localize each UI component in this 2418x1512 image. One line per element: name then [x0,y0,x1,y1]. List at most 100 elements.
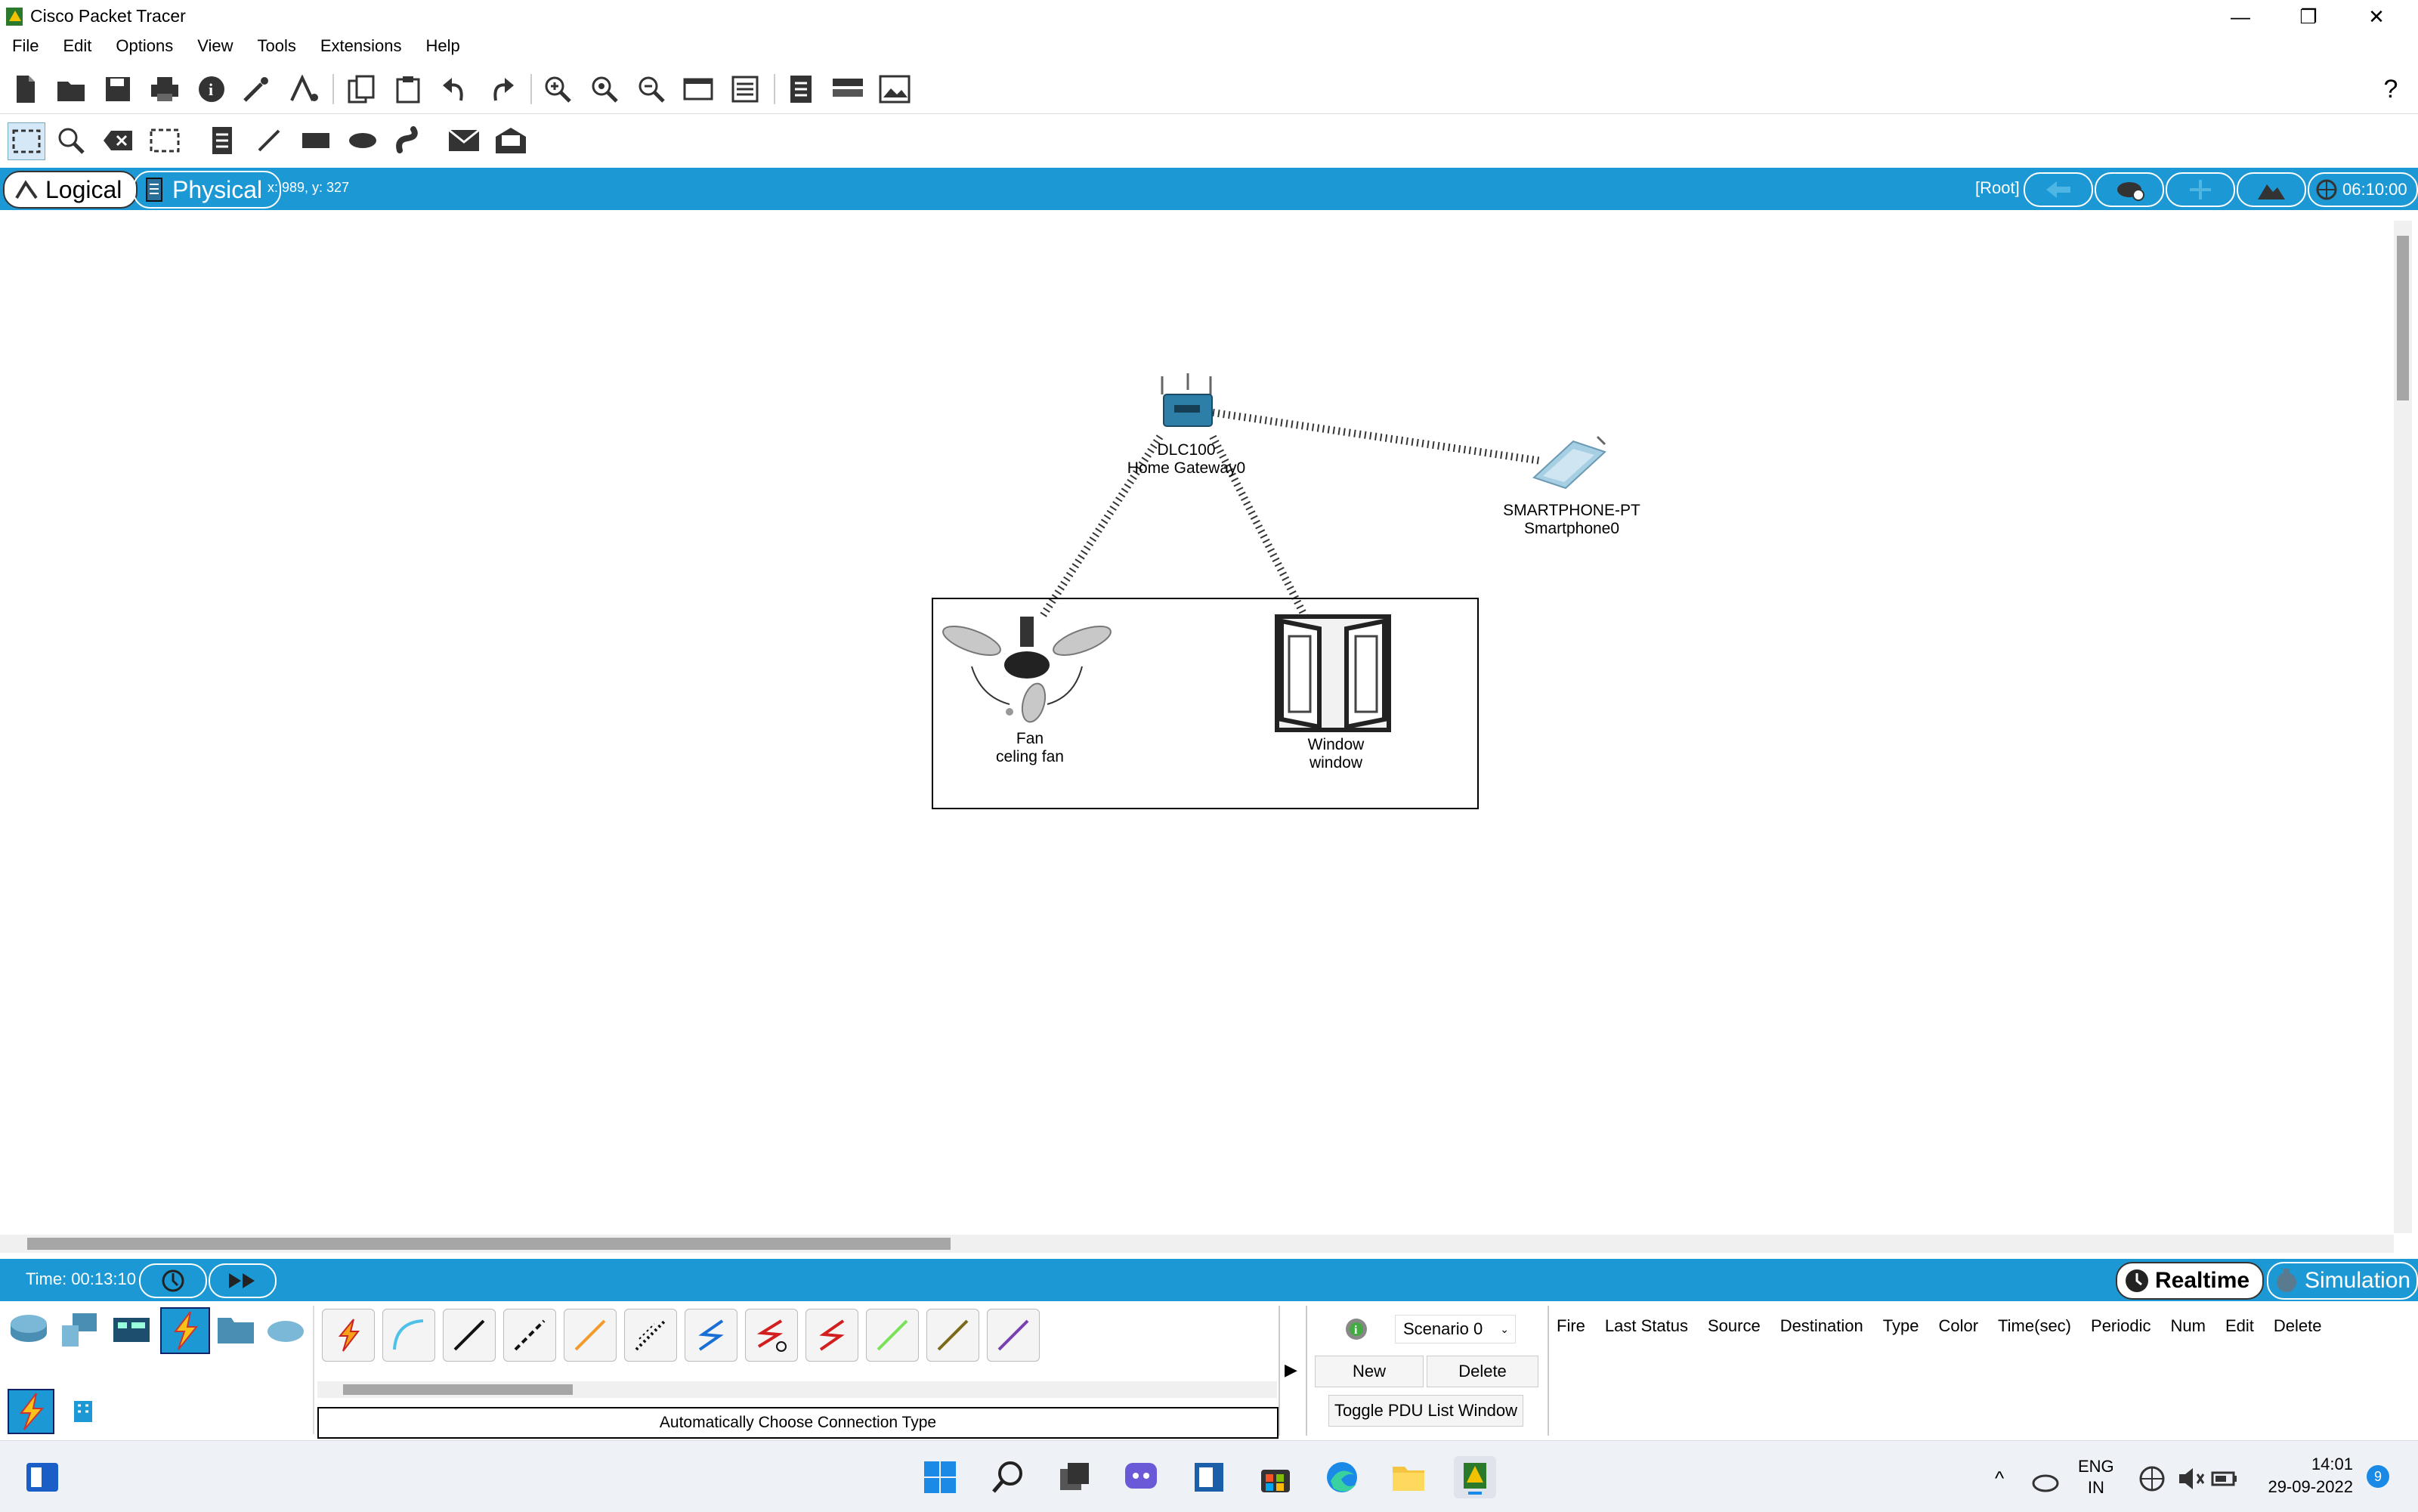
home-gateway-icon[interactable] [1158,372,1218,429]
ceiling-fan-icon[interactable] [942,614,1115,731]
complex-pdu-icon[interactable] [493,122,529,159]
rectangle-icon[interactable] [298,122,334,159]
ellipse-icon[interactable] [345,122,381,159]
logical-workspace[interactable]: DLC100 Home Gateway0 SMARTPHONE-PT Smart… [0,210,2418,1259]
connections-category[interactable] [160,1307,210,1354]
store-icon[interactable] [1254,1456,1297,1498]
connections-scrollbar-thumb[interactable] [343,1384,573,1395]
usb-cable[interactable] [987,1309,1040,1362]
inspect-icon[interactable] [53,122,89,159]
drawing-palette-icon[interactable] [680,71,716,107]
phone-cable[interactable] [624,1309,677,1362]
delete-icon[interactable] [100,122,136,159]
console-cable[interactable] [382,1309,435,1362]
delete-scenario-button[interactable]: Delete [1427,1356,1538,1387]
close-button[interactable]: ✕ [2342,0,2410,33]
window-icon[interactable] [1274,614,1392,734]
widgets-icon[interactable] [21,1456,63,1498]
tab-logical[interactable]: Logical [3,171,138,209]
menu-options[interactable]: Options [104,33,185,60]
menu-extensions[interactable]: Extensions [308,33,414,60]
col-color[interactable]: Color [1938,1316,1978,1336]
save-icon[interactable] [100,71,136,107]
teams-chat-icon[interactable] [1120,1456,1162,1498]
serial-dte-cable[interactable] [805,1309,858,1362]
vertical-scrollbar-thumb[interactable] [2397,236,2409,400]
screenshot-icon[interactable] [877,71,913,107]
fiber-cable[interactable] [564,1309,617,1362]
toggle-pdu-list-button[interactable]: Toggle PDU List Window [1328,1395,1523,1427]
new-scenario-button[interactable]: New [1315,1356,1424,1387]
menu-view[interactable]: View [185,33,245,60]
move-object-button[interactable] [2166,172,2235,207]
fast-forward-button[interactable] [209,1263,277,1298]
iot-custom-cable[interactable] [926,1309,979,1362]
new-cluster-button[interactable] [2095,172,2164,207]
zoom-out-icon[interactable] [633,71,669,107]
device-list-icon[interactable] [830,71,866,107]
select-icon[interactable] [8,122,45,160]
multiuser-category[interactable] [264,1310,307,1348]
coaxial-cable[interactable] [685,1309,737,1362]
info-icon[interactable]: i [193,71,230,107]
menu-tools[interactable]: Tools [246,33,308,60]
maximize-button[interactable]: ❐ [2274,0,2342,33]
minimize-button[interactable]: — [2206,0,2274,33]
network-devices-category[interactable] [8,1310,50,1348]
col-source[interactable]: Source [1708,1316,1761,1336]
zoom-reset-icon[interactable] [586,71,623,107]
set-background-button[interactable] [2237,172,2306,207]
horizontal-scrollbar[interactable] [0,1235,2394,1253]
menu-help[interactable]: Help [413,33,472,60]
back-button[interactable] [2024,172,2093,207]
notes-icon[interactable] [783,71,819,107]
expand-arrow-icon[interactable]: ▶ [1285,1360,1297,1380]
paste-icon[interactable] [390,71,426,107]
resize-icon[interactable] [147,122,183,159]
viewport-clock[interactable]: 06:10:00 [2308,172,2418,207]
connections-subcategory[interactable] [8,1389,54,1434]
scenario-select[interactable]: Scenario 0 ⌄ [1395,1315,1516,1343]
print-icon[interactable] [147,71,183,107]
col-delete[interactable]: Delete [2274,1316,2322,1336]
wizard-icon[interactable] [239,71,275,107]
note-icon[interactable] [204,122,240,159]
serial-dce-cable[interactable] [745,1309,798,1362]
copper-cross-over-cable[interactable] [503,1309,556,1362]
help-icon[interactable]: ? [2373,71,2409,107]
smartphone-icon[interactable] [1526,434,1617,491]
notepad-app-icon[interactable] [1188,1456,1230,1498]
task-view-icon[interactable] [1053,1456,1096,1498]
simulation-mode-button[interactable]: Simulation [2267,1262,2418,1300]
col-num[interactable]: Num [2171,1316,2206,1336]
copper-straight-through-cable[interactable] [443,1309,496,1362]
auto-connection-type[interactable] [322,1309,375,1362]
undo-icon[interactable] [437,71,473,107]
end-devices-category[interactable] [59,1310,101,1348]
open-folder-icon[interactable] [53,71,89,107]
battery-icon[interactable] [2203,1458,2246,1500]
connections-scrollbar[interactable] [317,1381,1277,1398]
power-cycle-button[interactable] [139,1263,207,1298]
components-category[interactable] [110,1310,153,1348]
packet-tracer-app-icon[interactable] [1454,1456,1496,1498]
col-destination[interactable]: Destination [1780,1316,1863,1336]
network-info-icon[interactable] [286,71,322,107]
show-hidden-icons[interactable]: ^ [1995,1467,2004,1490]
col-last-status[interactable]: Last Status [1605,1316,1688,1336]
notification-badge[interactable]: 9 [2367,1465,2389,1488]
scenario-info-icon[interactable]: i [1344,1316,1369,1342]
edge-browser-icon[interactable] [1321,1456,1363,1498]
zoom-in-icon[interactable] [540,71,576,107]
redo-icon[interactable] [484,71,520,107]
freeform-icon[interactable] [391,122,428,159]
copy-icon[interactable] [343,71,379,107]
new-file-icon[interactable] [8,71,44,107]
custom-device-icon[interactable] [727,71,763,107]
menu-edit[interactable]: Edit [51,33,104,60]
simple-pdu-icon[interactable] [446,122,482,159]
building-subcategory[interactable] [70,1398,97,1425]
file-explorer-icon[interactable] [1387,1456,1430,1498]
realtime-mode-button[interactable]: Realtime [2116,1262,2264,1300]
miscellaneous-category[interactable] [215,1310,257,1348]
